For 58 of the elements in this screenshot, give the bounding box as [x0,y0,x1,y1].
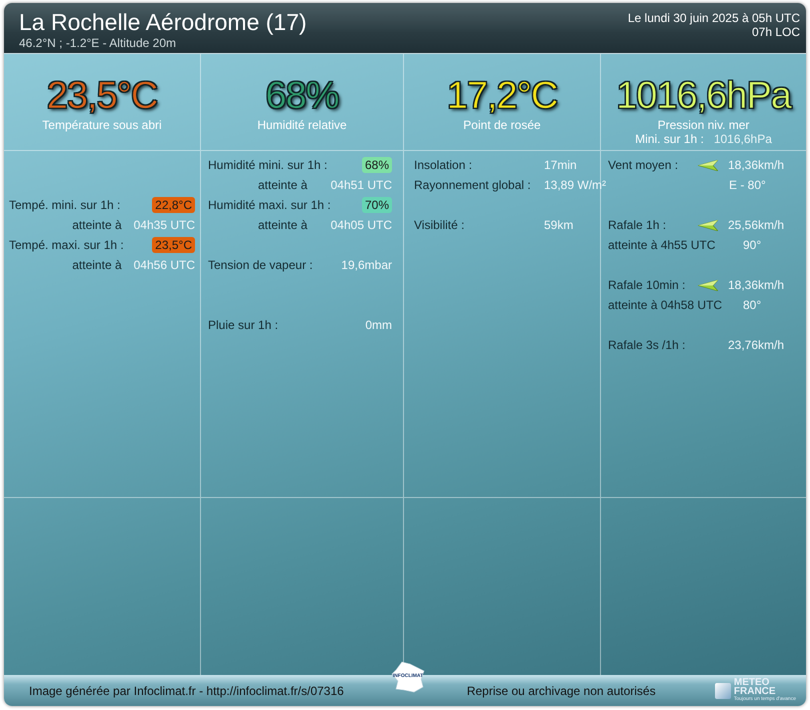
reached-time: 04h51 UTC [330,178,392,192]
sub-value: 1016,6hPa [714,132,772,146]
reading-label: Point de rosée [463,118,541,132]
main-reading: 17,2°C [446,76,558,116]
reading-label: Température sous abri [42,118,162,132]
measure-value: 23,76km/h [728,338,786,352]
reading-label: Pression niv. mer [658,118,750,132]
value-badge: 23,5°C [152,237,195,253]
measure-label: Humidité maxi. sur 1h : [208,198,332,212]
wind-arrow-icon [698,160,718,170]
wind-label: Rafale 1h : [608,218,668,232]
copyright-notice: Reprise ou archivage non autorisés [466,684,656,698]
measure-value: 17min [544,158,578,172]
measure-label: Pluie sur 1h : [208,318,280,332]
wind-direction: 80° [743,298,762,312]
measure-label: Insolation : [414,158,474,172]
measure-value: 59km [544,218,574,232]
measure-label: Visibilité : [414,218,466,232]
credit-text: Image générée par Infoclimat.fr - http://infoclimat.fr/s/07316 [29,684,344,698]
measure-value: 0mm [365,318,392,332]
main-reading: 1016,6hPa [616,76,791,116]
value-badge: 68% [362,157,392,173]
measure-label: Rafale 3s /1h : [608,338,686,352]
station-title: La Rochelle Aérodrome (17) [19,8,307,36]
reached-time: 04h35 UTC [134,218,195,232]
reached-label: atteinte à [257,178,308,192]
measure-label: Rayonnement global : [414,178,532,192]
wind-arrow-icon [698,280,718,290]
measure-value: 13,89 W/m² [544,178,606,192]
reached-label: atteinte à [71,218,122,232]
reached-time: 04h05 UTC [330,218,392,232]
wind-arrow-icon [698,220,718,230]
station-coordinates: 46.2°N ; -1.2°E - Altitude 20m [19,36,178,50]
reached-time: atteinte à 04h58 UTC [608,298,724,312]
reached-time: atteinte à 4h55 UTC [608,238,716,252]
local-time: 07h LOC [752,25,800,39]
measure-label: Tempé. maxi. sur 1h : [9,238,125,252]
measure-label: Humidité mini. sur 1h : [208,158,328,172]
observation-date: Le lundi 30 juin 2025 à 05h UTC [628,11,800,25]
wind-speed: 25,56km/h [728,218,786,232]
measure-label: Tension de vapeur : [208,258,314,272]
wind-label: Vent moyen : [608,158,680,172]
reached-label: atteinte à [71,258,122,272]
value-badge: 70% [362,197,392,213]
sub-label: Mini. sur 1h : [635,132,704,146]
value-badge: 22,8°C [152,197,195,213]
wind-direction: 90° [743,238,762,252]
reached-label: atteinte à [257,218,308,232]
main-reading: 68% [265,76,339,116]
wind-speed: 18,36km/h [728,278,786,292]
measure-value: 19,6mbar [341,258,392,272]
main-reading: 23,5°C [46,76,158,116]
reading-label: Humidité relative [257,118,347,132]
reached-time: 04h56 UTC [134,258,195,272]
wind-speed: 18,36km/h [728,158,786,172]
wind-label: Rafale 10min : [608,278,686,292]
measure-label: Tempé. mini. sur 1h : [9,198,122,212]
wind-direction: E - 80° [728,178,767,192]
